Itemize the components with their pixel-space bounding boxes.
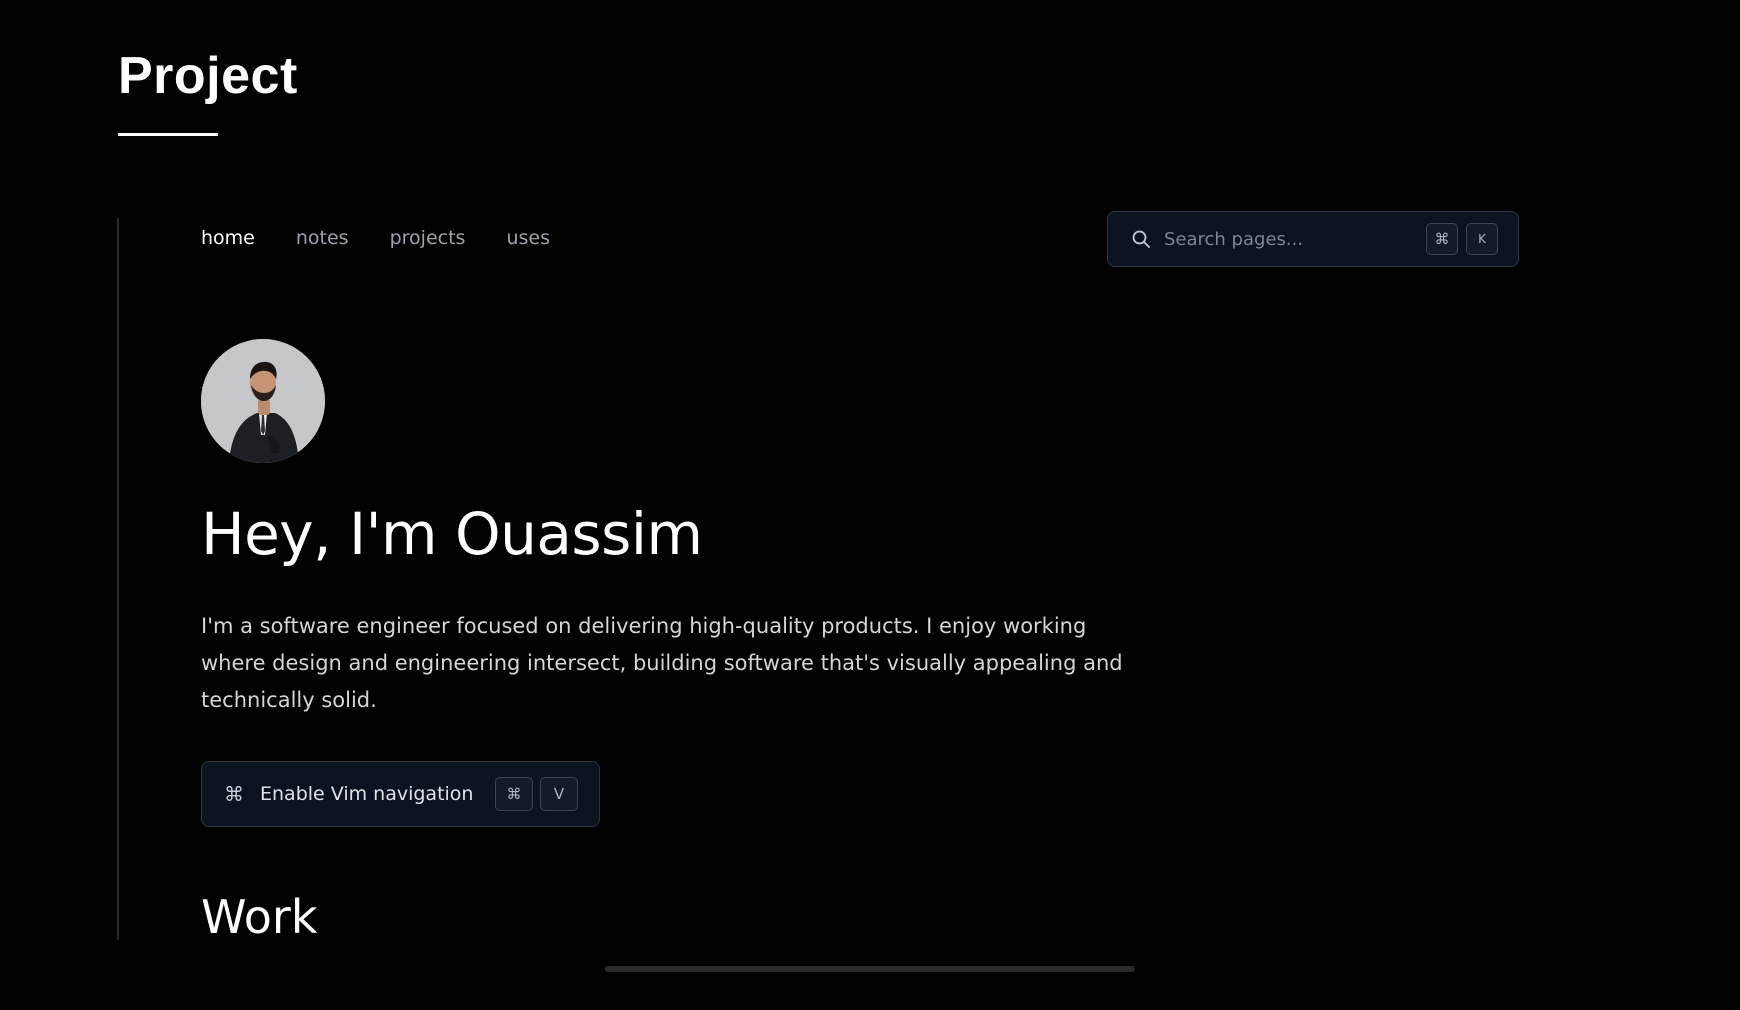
search-input[interactable] [1164, 228, 1426, 250]
command-key: ⌘ [495, 777, 533, 811]
command-icon: ⌘ [224, 782, 244, 806]
title-underline [118, 133, 218, 136]
nav-item-projects[interactable]: projects [390, 227, 466, 249]
page: Project home notes projects uses ⌘ K [0, 0, 1740, 1010]
command-key: ⌘ [1426, 223, 1458, 255]
search-icon [1130, 228, 1152, 250]
hero-greeting: Hey, I'm Ouassim [201, 500, 703, 568]
k-key: K [1466, 223, 1498, 255]
side-divider [117, 218, 119, 940]
main-nav: home notes projects uses [201, 227, 591, 249]
horizontal-scrollbar[interactable] [605, 966, 1135, 972]
vim-shortcut: ⌘ V [495, 777, 578, 811]
section-heading-work: Work [201, 890, 318, 944]
nav-item-notes[interactable]: notes [296, 227, 349, 249]
enable-vim-navigation-button[interactable]: ⌘ Enable Vim navigation ⌘ V [201, 761, 600, 827]
search-shortcut: ⌘ K [1426, 223, 1498, 255]
hero-bio: I'm a software engineer focused on deliv… [201, 614, 1123, 712]
page-title: Project [118, 47, 298, 105]
v-key: V [540, 777, 578, 811]
nav-item-home[interactable]: home [201, 227, 255, 249]
nav-item-uses[interactable]: uses [506, 227, 550, 249]
search-box[interactable]: ⌘ K [1107, 211, 1519, 267]
vim-button-label: Enable Vim navigation [260, 783, 474, 805]
avatar [201, 339, 325, 463]
